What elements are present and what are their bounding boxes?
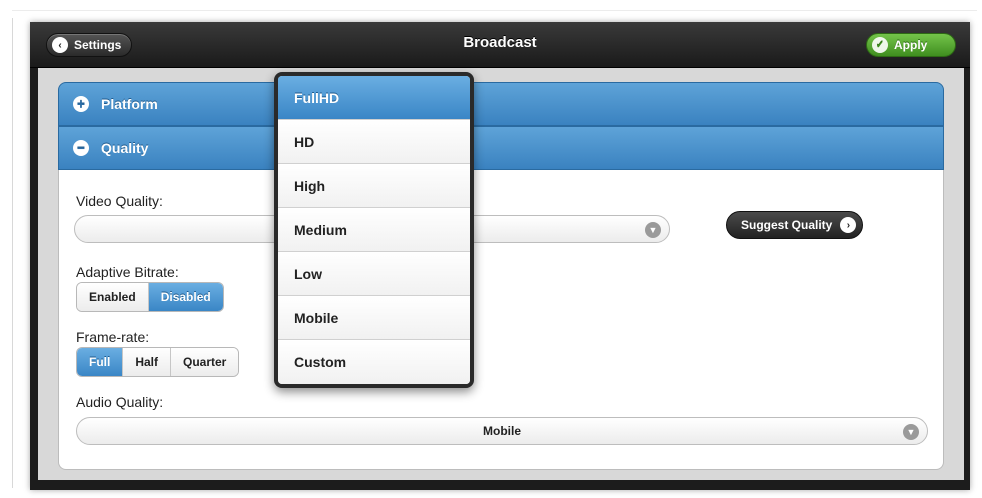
- settings-back-button[interactable]: ‹ Settings: [46, 33, 133, 57]
- quality-section-label: Quality: [101, 140, 149, 156]
- left-divider: [12, 18, 13, 488]
- minus-icon: −: [73, 140, 89, 156]
- dropdown-option-fullhd[interactable]: FullHD: [278, 76, 470, 120]
- dropdown-option-hd[interactable]: HD: [278, 120, 470, 164]
- chevron-right-icon: ›: [840, 217, 857, 233]
- audio-quality-label: Audio Quality:: [76, 394, 164, 410]
- frame-rate-label: Frame-rate:: [76, 329, 150, 345]
- suggest-quality-button[interactable]: Suggest Quality ›: [726, 211, 864, 239]
- framerate-half-option[interactable]: Half: [122, 348, 170, 376]
- top-divider: [12, 10, 977, 11]
- dropdown-option-high[interactable]: High: [278, 164, 470, 208]
- back-button-label: Settings: [74, 38, 122, 52]
- adaptive-disabled-option[interactable]: Disabled: [147, 283, 223, 311]
- platform-section-label: Platform: [101, 96, 158, 112]
- framerate-quarter-option[interactable]: Quarter: [170, 348, 239, 376]
- chevron-left-icon: ‹: [52, 37, 68, 53]
- dropdown-list: FullHD HD High Medium Low Mobile Custom: [278, 76, 470, 384]
- adaptive-bitrate-toggle: Enabled Disabled: [76, 282, 224, 312]
- audio-quality-value: Mobile: [483, 424, 521, 438]
- audio-quality-select[interactable]: Mobile ▼: [76, 417, 928, 445]
- frame-rate-toggle: Full Half Quarter: [76, 347, 240, 377]
- page-title: Broadcast: [463, 34, 537, 51]
- quality-section-header[interactable]: − Quality: [58, 126, 944, 170]
- video-quality-label: Video Quality:: [76, 193, 163, 209]
- dropdown-option-medium[interactable]: Medium: [278, 208, 470, 252]
- adaptive-bitrate-label: Adaptive Bitrate:: [76, 264, 179, 280]
- dropdown-option-low[interactable]: Low: [278, 252, 470, 296]
- chevron-down-icon: ▼: [645, 222, 661, 238]
- adaptive-enabled-option[interactable]: Enabled: [77, 283, 148, 311]
- quality-dropdown-menu: FullHD HD High Medium Low Mobile Custom: [274, 72, 474, 388]
- suggest-quality-label: Suggest Quality: [741, 218, 833, 232]
- header-bar: Broadcast: [30, 22, 970, 68]
- apply-button[interactable]: ✓ Apply: [866, 33, 956, 57]
- platform-section-header[interactable]: + Platform: [58, 82, 944, 126]
- chevron-down-icon: ▼: [903, 424, 919, 440]
- framerate-full-option[interactable]: Full: [77, 348, 123, 376]
- apply-button-label: Apply: [894, 38, 928, 52]
- dropdown-option-mobile[interactable]: Mobile: [278, 296, 470, 340]
- dropdown-option-custom[interactable]: Custom: [278, 340, 470, 384]
- plus-icon: +: [73, 96, 89, 112]
- check-icon: ✓: [872, 37, 888, 53]
